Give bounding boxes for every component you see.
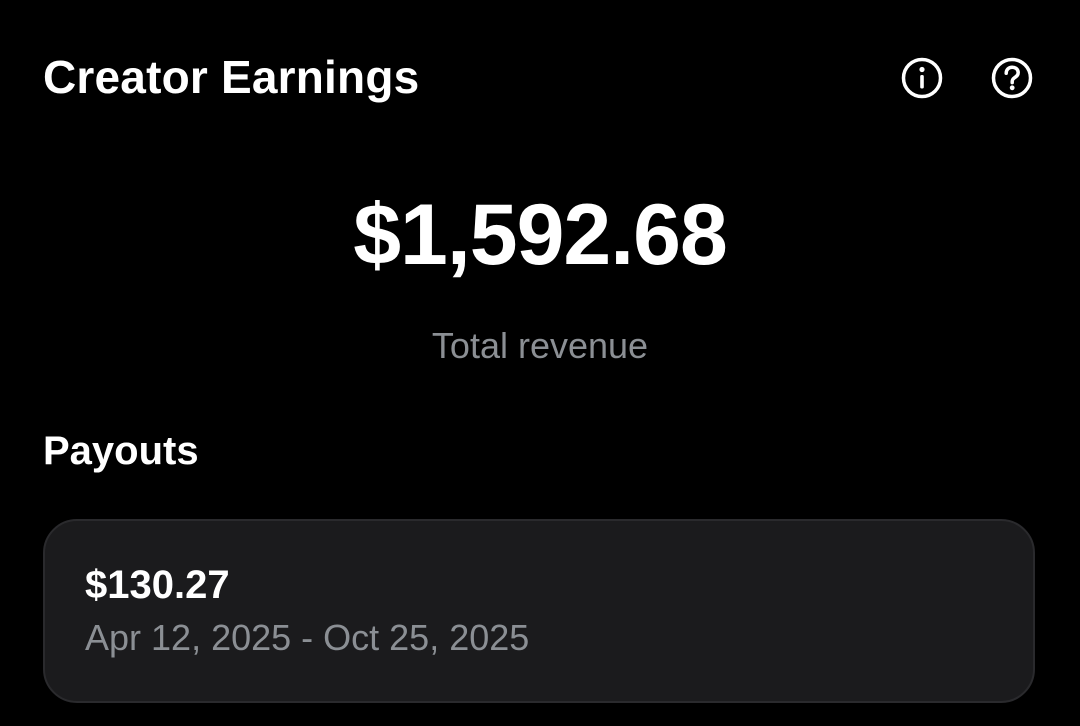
payouts-section-title: Payouts [43, 429, 199, 473]
payout-date-range: Apr 12, 2025 - Oct 25, 2025 [85, 617, 530, 658]
page-title: Creator Earnings [43, 51, 420, 103]
payout-card[interactable]: $130.27 Apr 12, 2025 - Oct 25, 2025 [43, 519, 1035, 703]
total-revenue-amount: $1,592.68 [353, 187, 728, 283]
question-circle-icon [991, 57, 1033, 99]
info-button[interactable] [900, 56, 944, 100]
total-revenue-label: Total revenue [431, 325, 649, 366]
payout-amount: $130.27 [85, 563, 230, 607]
help-button[interactable] [990, 56, 1034, 100]
info-circle-icon [901, 57, 943, 99]
header: Creator Earnings [0, 0, 1080, 150]
